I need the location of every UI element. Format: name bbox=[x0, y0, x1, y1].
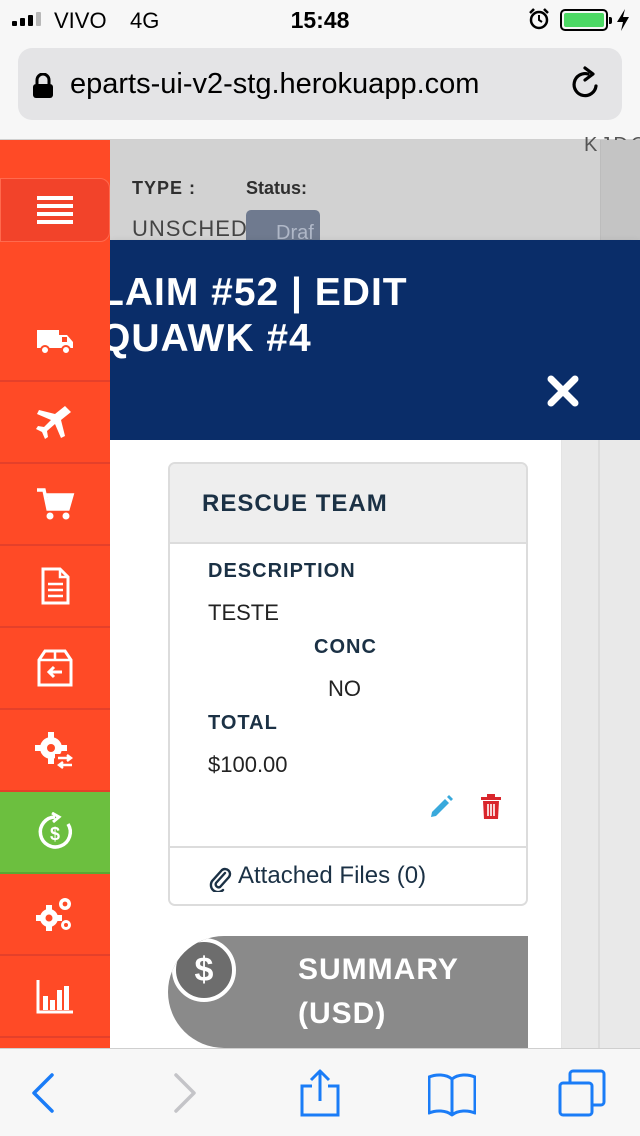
refund-dollar-icon[interactable]: $ bbox=[0, 792, 110, 874]
browser-address-bar: eparts-ui-v2-stg.herokuapp.com bbox=[0, 40, 640, 140]
hamburger-glyph bbox=[37, 196, 73, 224]
paperclip-icon bbox=[209, 867, 232, 892]
attached-files-label: Attached Files (0) bbox=[238, 862, 427, 889]
bar-chart-icon[interactable] bbox=[0, 956, 110, 1038]
edit-icon[interactable] bbox=[428, 794, 454, 820]
document-icon[interactable] bbox=[0, 546, 110, 628]
tabs-icon[interactable] bbox=[558, 1069, 606, 1117]
gears-icon[interactable] bbox=[0, 874, 110, 956]
card-title: RESCUE TEAM bbox=[202, 490, 388, 517]
modal-body: RESCUE TEAM DESCRIPTION TESTE CONC NO TO… bbox=[110, 440, 562, 1048]
total-label: TOTAL bbox=[208, 712, 278, 734]
card-header: RESCUE TEAM bbox=[170, 464, 526, 544]
url-field[interactable]: eparts-ui-v2-stg.herokuapp.com bbox=[18, 48, 622, 120]
cart-icon[interactable] bbox=[0, 464, 110, 546]
conc-label: CONC bbox=[314, 636, 377, 658]
truck-icon[interactable] bbox=[0, 300, 110, 382]
box-return-icon[interactable] bbox=[0, 628, 110, 710]
menu-icon[interactable] bbox=[0, 178, 110, 242]
status-bar: VIVO 4G 15:48 bbox=[0, 0, 640, 40]
share-icon[interactable] bbox=[296, 1069, 344, 1117]
rescue-team-card: RESCUE TEAM DESCRIPTION TESTE CONC NO TO… bbox=[168, 462, 528, 906]
total-value: $100.00 bbox=[208, 752, 288, 777]
browser-toolbar bbox=[0, 1048, 640, 1136]
lock-icon bbox=[33, 73, 53, 98]
reload-icon[interactable] bbox=[568, 66, 604, 102]
summary-title: SUMMARY (USD) bbox=[298, 953, 459, 1030]
dollar-icon: $ bbox=[172, 938, 236, 1002]
charging-icon bbox=[617, 9, 629, 31]
sidebar: $ bbox=[0, 140, 110, 1048]
airplane-icon[interactable] bbox=[0, 382, 110, 464]
status-label: Status: bbox=[246, 178, 308, 198]
forward-icon[interactable] bbox=[160, 1069, 208, 1117]
svg-text:$: $ bbox=[50, 824, 60, 844]
modal-gutter bbox=[562, 440, 640, 1048]
description-value: TESTE bbox=[208, 600, 279, 625]
type-value: UNSCHED bbox=[132, 216, 248, 241]
attached-files-link[interactable]: Attached Files (0) bbox=[170, 846, 526, 904]
delete-icon[interactable] bbox=[480, 794, 502, 820]
bookmarks-icon[interactable] bbox=[428, 1069, 476, 1117]
gear-exchange-icon[interactable] bbox=[0, 710, 110, 792]
type-label: TYPE : bbox=[132, 178, 197, 198]
summary-header[interactable]: $ SUMMARY (USD) bbox=[168, 936, 528, 1048]
url-text: eparts-ui-v2-stg.herokuapp.com bbox=[70, 68, 480, 100]
battery-icon bbox=[560, 9, 612, 31]
conc-value: NO bbox=[328, 676, 361, 701]
alarm-icon bbox=[529, 8, 549, 30]
description-label: DESCRIPTION bbox=[208, 560, 356, 582]
modal-header: LAIM #52 | EDIT QUAWK #4 bbox=[110, 240, 640, 440]
back-icon[interactable] bbox=[20, 1069, 68, 1117]
close-icon[interactable] bbox=[546, 374, 580, 408]
modal-title: LAIM #52 | EDIT QUAWK #4 bbox=[110, 271, 408, 360]
